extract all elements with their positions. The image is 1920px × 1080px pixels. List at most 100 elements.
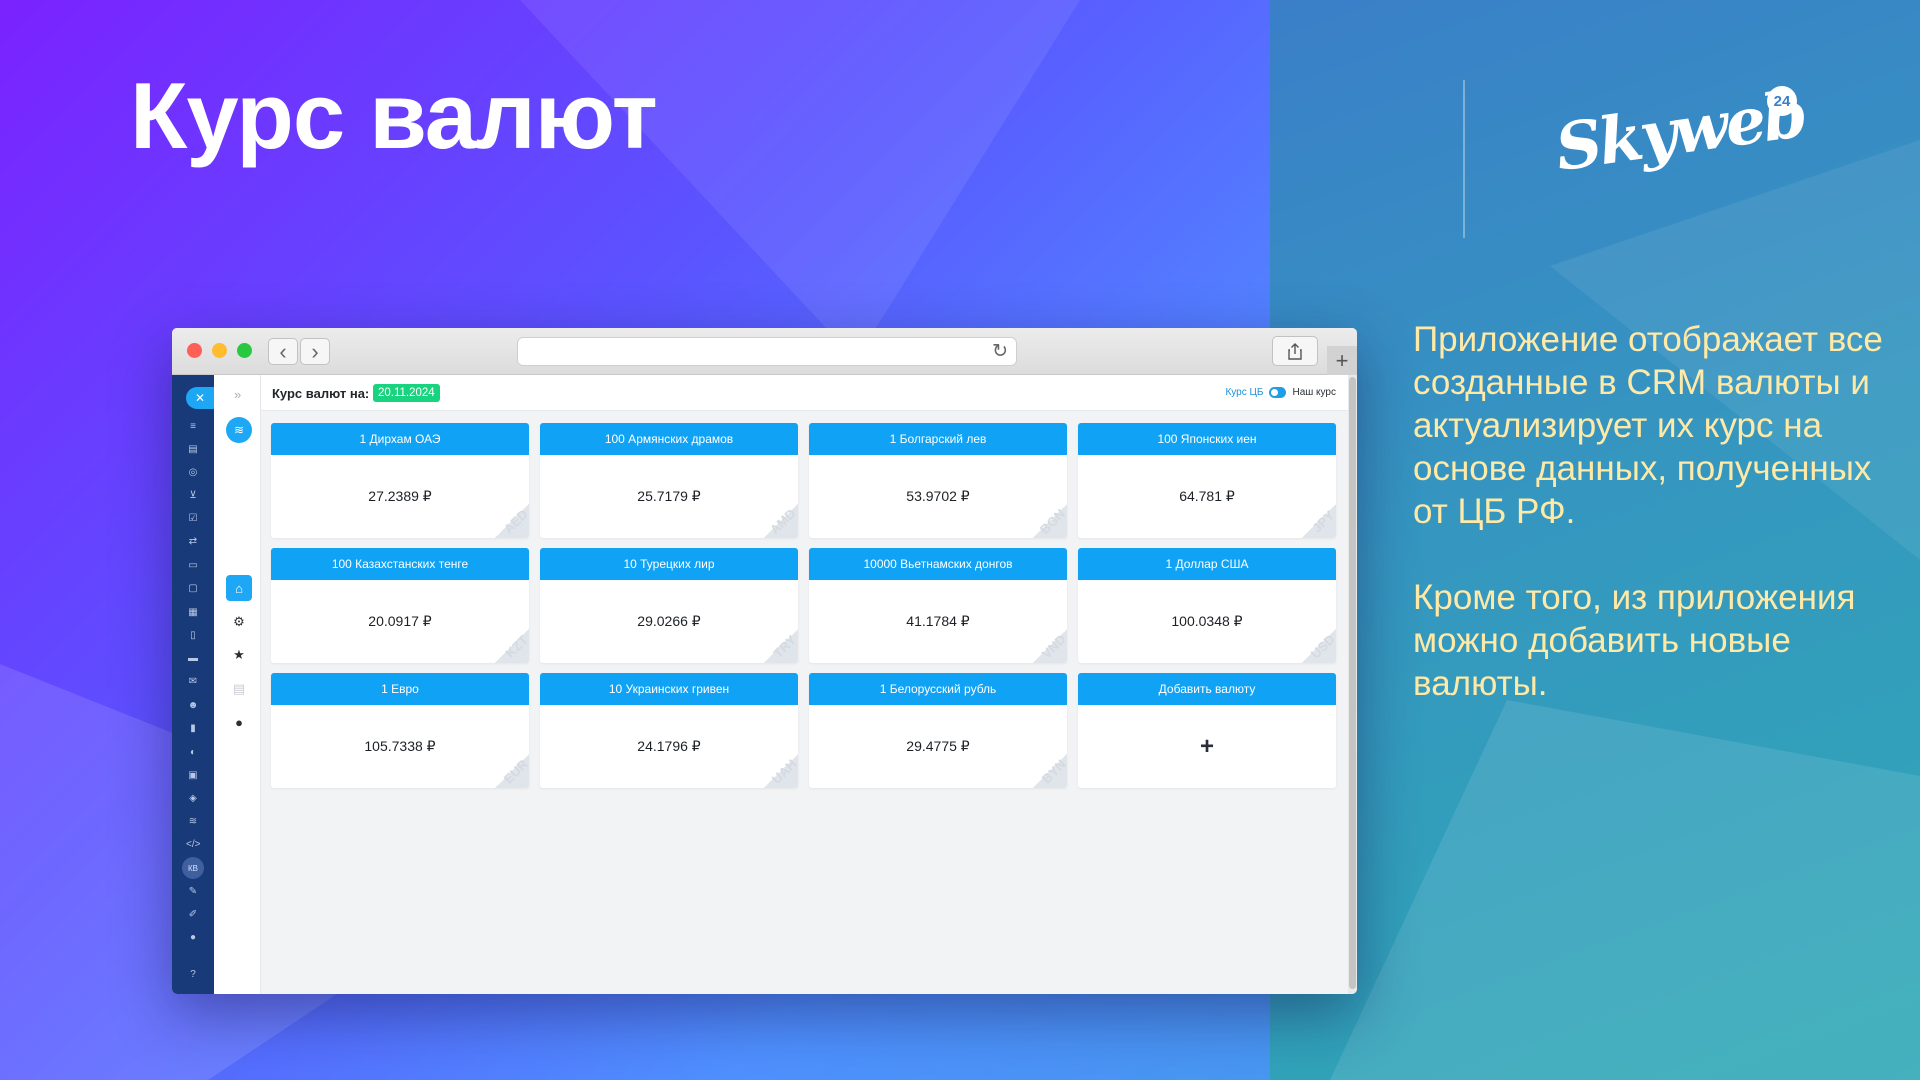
description-paragraph: Кроме того, из приложения можно добавить… [1413, 578, 1856, 703]
gauge-icon[interactable]: ◐ [186, 746, 200, 760]
document-button[interactable]: ▤ [226, 676, 252, 702]
shield-icon[interactable]: ● [186, 931, 200, 945]
favorites-button[interactable]: ★ [226, 642, 252, 668]
pen-icon[interactable]: ✐ [186, 908, 200, 922]
rate-source-switch[interactable]: Курс ЦБ Наш курс [1225, 387, 1336, 398]
home-icon: ⌂ [235, 580, 243, 596]
chevron-right-icon: › [311, 338, 319, 364]
chat-icon[interactable]: ▢ [186, 582, 200, 596]
currency-card[interactable]: 10000 Вьетнамских донгов 41.1784 ₽ VND [809, 548, 1067, 663]
back-button[interactable]: ‹ [268, 338, 298, 365]
plus-icon[interactable]: + [1200, 733, 1214, 761]
currency-rate: 25.7179 ₽ [637, 488, 701, 504]
currency-card[interactable]: 10 Украинских гривен 24.1796 ₽ UAH [540, 673, 798, 788]
add-currency-card[interactable]: Добавить валюту + [1078, 673, 1336, 788]
slide-title: Курс валют [130, 63, 658, 168]
layers-icon[interactable]: ◈ [186, 792, 200, 806]
double-chevron-right-icon[interactable]: » [234, 387, 241, 402]
skyweb-logo: Skyweb 24 [1551, 77, 1809, 190]
currency-grid: 1 Дирхам ОАЭ 27.2389 ₽ AED 100 Армянских… [271, 423, 1337, 788]
tips-button[interactable]: ● [226, 709, 252, 735]
share-button[interactable] [1272, 336, 1318, 366]
browser-window: ‹ › ↻ + ✕ ≡ ▤ ◎ ⊻ ☑ ⇄ ▭ ▢ ▦ ▯ ▬ ✉ ☻ ▮ ◐ … [172, 328, 1357, 994]
currency-card[interactable]: 100 Армянских драмов 25.7179 ₽ AMD [540, 423, 798, 538]
currency-card[interactable]: 1 Болгарский лев 53.9702 ₽ BGN [809, 423, 1067, 538]
crm-sidebar: ✕ ≡ ▤ ◎ ⊻ ☑ ⇄ ▭ ▢ ▦ ▯ ▬ ✉ ☻ ▮ ◐ ▣ ◈ ≋ </… [172, 375, 214, 994]
rate-toggle[interactable] [1269, 387, 1287, 398]
currency-rate: 24.1796 ₽ [637, 738, 701, 754]
gear-icon: ⚙ [233, 614, 245, 629]
new-tab-button[interactable]: + [1327, 346, 1357, 375]
currency-card[interactable]: 100 Японских иен 64.781 ₽ JPY [1078, 423, 1336, 538]
header-divider [1463, 80, 1465, 238]
app-sidebar: » ≋ ⌂ ⚙ ★ ▤ ● [214, 375, 261, 994]
currency-rate: 41.1784 ₽ [906, 613, 970, 629]
currency-card[interactable]: 1 Дирхам ОАЭ 27.2389 ₽ AED [271, 423, 529, 538]
currency-name: 10 Турецких лир [540, 548, 798, 580]
currency-rate: 105.7338 ₽ [364, 738, 436, 754]
inbox-icon[interactable]: ▭ [186, 559, 200, 573]
address-bar[interactable]: ↻ [517, 337, 1017, 366]
box-icon[interactable]: ▣ [186, 769, 200, 783]
currency-rate: 20.0917 ₽ [368, 613, 432, 629]
rate-date-badge[interactable]: 20.11.2024 [373, 384, 440, 402]
currency-card[interactable]: 1 Евро 105.7338 ₽ EUR [271, 673, 529, 788]
filter-icon[interactable]: ≡ [186, 420, 200, 434]
description-paragraph: Приложение отображает все созданные в CR… [1413, 320, 1883, 531]
minimize-window-button[interactable] [212, 343, 227, 358]
home-button[interactable]: ⌂ [226, 575, 252, 601]
checkbox-icon[interactable]: ☑ [186, 512, 200, 526]
document-icon[interactable]: ▯ [186, 629, 200, 643]
close-icon: ✕ [194, 391, 206, 405]
mail-icon[interactable]: ✉ [186, 675, 200, 689]
app-logo-icon[interactable]: ≋ [226, 417, 252, 443]
logo-badge: 24 [1767, 86, 1797, 116]
currency-name: 1 Белорусский рубль [809, 673, 1067, 705]
lightbulb-icon: ● [235, 714, 243, 730]
app-header: Курс валют на: 20.11.2024 Курс ЦБ Наш ку… [261, 375, 1348, 411]
rate-date-label: Курс валют на: [272, 386, 370, 401]
close-window-button[interactable] [187, 343, 202, 358]
app-content: Курс валют на: 20.11.2024 Курс ЦБ Наш ку… [261, 375, 1348, 994]
scrollbar-thumb[interactable] [1349, 377, 1356, 989]
settings-button[interactable]: ⚙ [226, 609, 252, 635]
currency-card[interactable]: 1 Доллар США 100.0348 ₽ USD [1078, 548, 1336, 663]
chart-icon[interactable]: ▮ [186, 722, 200, 736]
currency-name: 1 Дирхам ОАЭ [271, 423, 529, 455]
browser-titlebar: ‹ › ↻ + [172, 328, 1357, 375]
currency-name: 10 Украинских гривен [540, 673, 798, 705]
users-icon[interactable]: ☻ [186, 699, 200, 713]
currency-card[interactable]: 10 Турецких лир 29.0266 ₽ TRY [540, 548, 798, 663]
reload-icon[interactable]: ↻ [992, 340, 1008, 363]
user-avatar[interactable]: КВ [182, 857, 204, 879]
cart-icon[interactable]: ⊻ [186, 489, 200, 503]
sidebar-close-button[interactable]: ✕ [186, 387, 214, 409]
currency-card[interactable]: 1 Белорусский рубль 29.4775 ₽ BYN [809, 673, 1067, 788]
add-currency-area[interactable]: + [1078, 705, 1336, 788]
forward-button[interactable]: › [300, 338, 330, 365]
currency-rate: 53.9702 ₽ [906, 488, 970, 504]
currency-card[interactable]: 100 Казахстанских тенге 20.0917 ₽ KZT [271, 548, 529, 663]
card-icon[interactable]: ▬ [186, 652, 200, 666]
calendar-icon[interactable]: ▤ [186, 443, 200, 457]
target-icon[interactable]: ◎ [186, 466, 200, 480]
currency-name: 100 Казахстанских тенге [271, 548, 529, 580]
help-icon[interactable]: ? [186, 968, 200, 982]
currency-name: 10000 Вьетнамских донгов [809, 548, 1067, 580]
switch-label-cb: Курс ЦБ [1225, 387, 1264, 398]
currency-rate: 29.0266 ₽ [637, 613, 701, 629]
skyweb-icon[interactable]: ≋ [186, 815, 200, 829]
chevron-left-icon: ‹ [279, 338, 287, 364]
currency-name: 100 Японских иен [1078, 423, 1336, 455]
plus-icon: + [1335, 347, 1349, 373]
slide-description: Приложение отображает все созданные в CR… [1413, 318, 1903, 705]
table-icon[interactable]: ▦ [186, 606, 200, 620]
currency-name: 1 Доллар США [1078, 548, 1336, 580]
scrollbar[interactable] [1348, 375, 1357, 994]
code-icon[interactable]: </> [186, 838, 200, 852]
flow-icon[interactable]: ⇄ [186, 535, 200, 549]
maximize-window-button[interactable] [237, 343, 252, 358]
edit-icon[interactable]: ✎ [186, 885, 200, 899]
currency-rate: 100.0348 ₽ [1171, 613, 1243, 629]
currency-rate: 64.781 ₽ [1179, 488, 1235, 504]
